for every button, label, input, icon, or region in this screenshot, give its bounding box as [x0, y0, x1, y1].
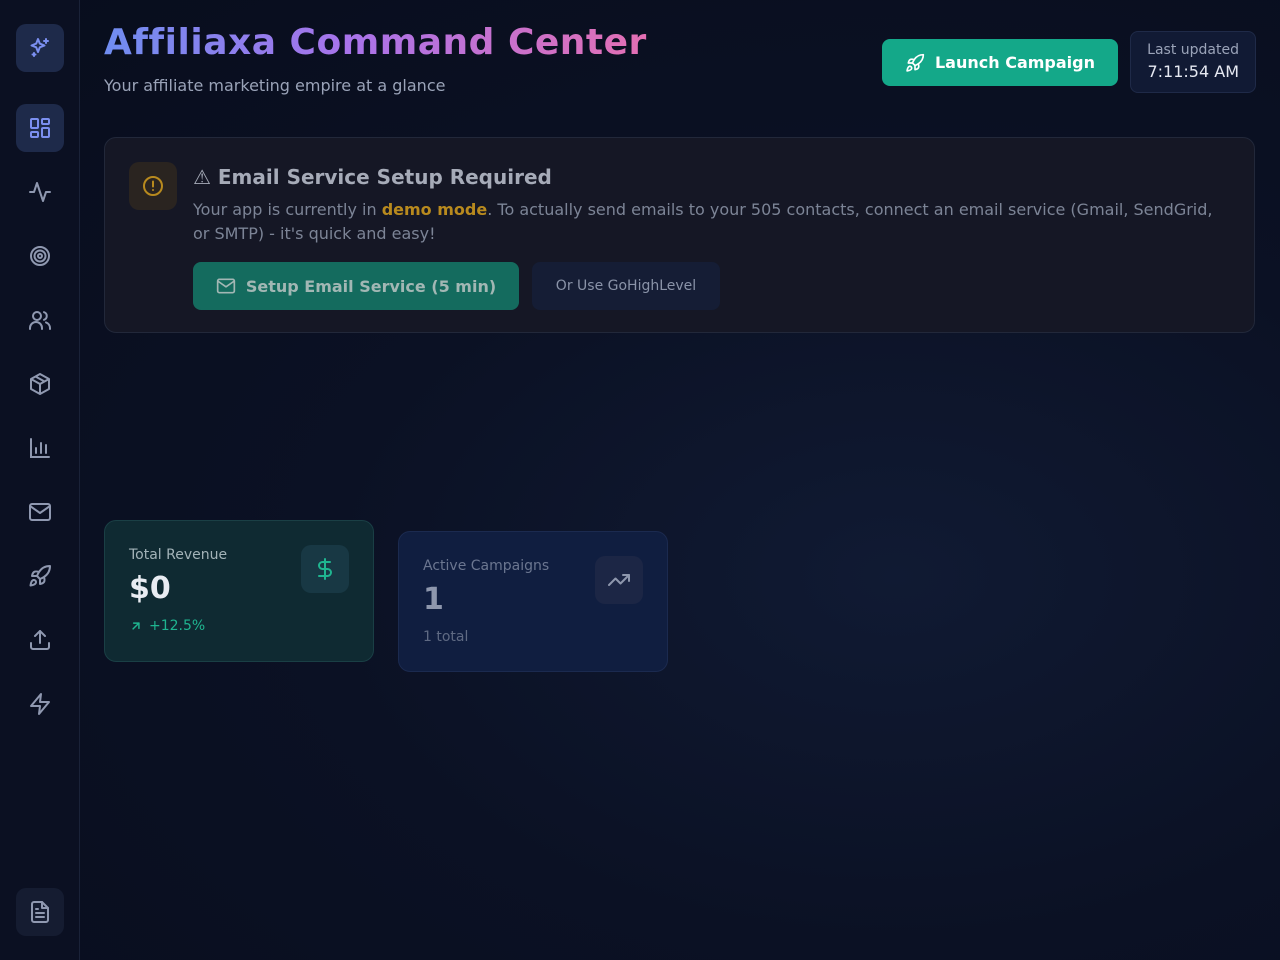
alert-message: Your app is currently in demo mode. To a…: [193, 198, 1233, 246]
sidebar-item-automation[interactable]: [16, 680, 64, 728]
sidebar-item-activity[interactable]: [16, 168, 64, 216]
stat-sub: 1 total: [423, 629, 469, 645]
setup-email-service-label: Setup Email Service (5 min): [245, 276, 497, 296]
mail-icon: [216, 278, 235, 294]
sidebar-item-products[interactable]: [16, 360, 64, 408]
upload-icon: [30, 630, 50, 650]
launch-campaign-button[interactable]: Launch Campaign: [882, 39, 1118, 86]
sidebar-item-email[interactable]: [16, 488, 64, 536]
dollar-icon: [301, 545, 349, 593]
mail-icon: [29, 503, 51, 521]
sidebar-item-docs[interactable]: [16, 888, 64, 936]
last-updated-label: Last updated: [1147, 42, 1239, 58]
sidebar-item-campaigns[interactable]: [16, 552, 64, 600]
trending-up-icon: [595, 556, 643, 604]
zap-icon: [30, 693, 50, 715]
rocket-icon: [29, 564, 51, 587]
stat-change: +12.5%: [129, 618, 349, 634]
sidebar-item-analytics[interactable]: [16, 424, 64, 472]
last-updated-time: 7:11:54 AM: [1147, 62, 1239, 81]
active-campaigns-card: Active Campaigns 1 1 total: [398, 531, 668, 672]
sparkles-icon[interactable]: [16, 24, 64, 72]
sidebar-item-targets[interactable]: [16, 232, 64, 280]
page-title: Affiliaxa Command Center: [104, 22, 647, 63]
activity-icon: [29, 182, 51, 202]
demo-mode-highlight: demo mode: [381, 200, 488, 219]
page-subtitle: Your affiliate marketing empire at a gla…: [104, 76, 446, 95]
users-icon: [29, 311, 51, 330]
bar-chart-icon: [30, 438, 50, 458]
package-icon: [30, 373, 50, 395]
dashboard-grid-icon: [30, 118, 50, 138]
sidebar-item-upload[interactable]: [16, 616, 64, 664]
sidebar-item-dashboard[interactable]: [16, 104, 64, 152]
rocket-icon: [906, 53, 925, 72]
file-text-icon: [31, 901, 49, 923]
total-revenue-card: Total Revenue $0 +12.5%: [104, 520, 374, 662]
alert-title: ⚠ Email Service Setup Required: [193, 165, 552, 189]
setup-email-service-button[interactable]: Setup Email Service (5 min): [193, 262, 519, 310]
email-setup-alert: ⚠ Email Service Setup Required Your app …: [104, 137, 1255, 333]
alert-circle-icon: [129, 162, 177, 210]
sidebar-item-users[interactable]: [16, 296, 64, 344]
stat-change-value: +12.5%: [149, 618, 206, 634]
sidebar: [0, 0, 80, 960]
use-gohighlevel-button[interactable]: Or Use GoHighLevel: [532, 262, 720, 310]
last-updated-box: Last updated 7:11:54 AM: [1130, 31, 1256, 93]
target-icon: [30, 246, 50, 266]
launch-campaign-label: Launch Campaign: [934, 53, 1095, 72]
arrow-up-right-icon: [132, 622, 140, 630]
alert-text-before: Your app is currently in: [193, 200, 382, 219]
